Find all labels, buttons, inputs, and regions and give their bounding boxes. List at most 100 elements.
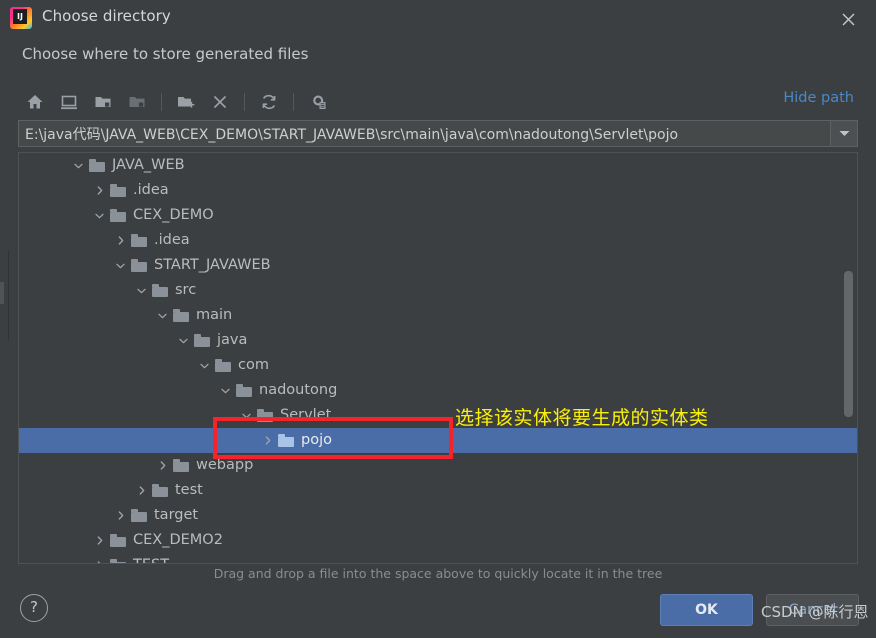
tree-row-label: JAVA_WEB — [112, 157, 185, 173]
tree-row-label: nadoutong — [259, 382, 338, 398]
delete-icon[interactable] — [203, 87, 237, 117]
home-icon[interactable] — [18, 87, 52, 117]
tree-row-label: java — [217, 332, 248, 348]
tree-row[interactable]: pojo — [19, 428, 857, 453]
tree-row[interactable]: Servlet — [19, 403, 857, 428]
folder-icon — [89, 159, 105, 172]
tree-row-label: test — [175, 482, 203, 498]
tree-row-label: pojo — [301, 432, 332, 448]
window-edge-line — [8, 250, 9, 340]
hide-path-link[interactable]: Hide path — [783, 90, 854, 106]
chevron-right-icon[interactable] — [94, 185, 105, 196]
folder-icon — [194, 334, 210, 347]
tree-row[interactable]: TEST — [19, 553, 857, 563]
folder-icon — [110, 534, 126, 547]
chevron-down-icon[interactable] — [115, 260, 126, 271]
directory-tree-panel[interactable]: JAVA_WEB .idea CEX_DEMO .idea START_JAVAWEBs… — [18, 152, 858, 564]
folder-icon — [173, 309, 189, 322]
annotation-callout-text: 选择该实体将要生成的实体类 — [455, 407, 709, 429]
toolbar-separator — [293, 93, 294, 111]
folder-icon — [278, 434, 294, 447]
folder-icon — [131, 259, 147, 272]
window-edge-nub — [0, 282, 4, 304]
chevron-down-icon[interactable] — [94, 210, 105, 221]
tree-row[interactable]: target — [19, 503, 857, 528]
chevron-right-icon[interactable] — [94, 535, 105, 546]
project-folder-icon[interactable] — [86, 87, 120, 117]
module-folder-icon — [120, 87, 154, 117]
tree-row-label: .idea — [154, 232, 190, 248]
tree-row[interactable]: CEX_DEMO — [19, 203, 857, 228]
path-field-row — [18, 120, 858, 147]
ok-button[interactable]: OK — [660, 594, 753, 626]
folder-icon — [110, 209, 126, 222]
drag-drop-hint: Drag and drop a file into the space abov… — [213, 566, 663, 581]
chevron-right-icon[interactable] — [115, 235, 126, 246]
new-folder-icon[interactable] — [169, 87, 203, 117]
tree-row-label: main — [196, 307, 233, 323]
folder-icon — [152, 484, 168, 497]
folder-icon — [131, 234, 147, 247]
tree-row-label: CEX_DEMO2 — [133, 532, 223, 548]
tree-row-label: CEX_DEMO — [133, 207, 214, 223]
tree-row[interactable]: .idea — [19, 228, 857, 253]
tree-row-label: TEST — [133, 553, 169, 563]
tree-row-label: src — [175, 282, 197, 298]
directory-tree[interactable]: JAVA_WEB .idea CEX_DEMO .idea START_JAVAWEBs… — [19, 153, 857, 563]
watermark: CSDN @陈行恩 — [761, 603, 869, 621]
tree-row[interactable]: main — [19, 303, 857, 328]
chevron-down-icon[interactable] — [199, 360, 210, 371]
tree-row[interactable]: java — [19, 328, 857, 353]
tree-row-label: com — [238, 357, 269, 373]
tree-row-label: .idea — [133, 182, 169, 198]
chevron-down-icon[interactable] — [157, 310, 168, 321]
tree-row[interactable]: src — [19, 278, 857, 303]
path-input[interactable] — [19, 121, 830, 146]
chevron-right-icon[interactable] — [136, 485, 147, 496]
intellij-idea-logo — [10, 7, 32, 29]
tree-row[interactable]: CEX_DEMO2 — [19, 528, 857, 553]
tree-row[interactable]: test — [19, 478, 857, 503]
chevron-down-icon[interactable] — [241, 410, 252, 421]
tree-row-label: target — [154, 507, 199, 523]
file-chooser-toolbar: Hide path — [18, 84, 858, 120]
help-button[interactable]: ? — [20, 594, 48, 622]
tree-scrollbar-thumb[interactable] — [844, 271, 853, 417]
title-bar: Choose directory — [0, 0, 876, 36]
window-title: Choose directory — [42, 7, 171, 25]
close-icon[interactable] — [836, 7, 860, 31]
choose-directory-dialog: Choose directory Choose where to store g… — [0, 0, 876, 638]
desktop-icon[interactable] — [52, 87, 86, 117]
chevron-down-icon[interactable] — [220, 385, 231, 396]
chevron-down-icon[interactable] — [136, 285, 147, 296]
tree-scrollbar-track[interactable] — [844, 155, 855, 561]
chevron-right-icon[interactable] — [94, 560, 105, 563]
tree-row[interactable]: webapp — [19, 453, 857, 478]
folder-icon — [152, 284, 168, 297]
chevron-down-icon[interactable] — [830, 121, 857, 146]
folder-icon — [131, 509, 147, 522]
chevron-right-icon[interactable] — [115, 510, 126, 521]
folder-icon — [110, 559, 126, 563]
toolbar-separator — [244, 93, 245, 111]
tree-row[interactable]: .idea — [19, 178, 857, 203]
folder-icon — [257, 409, 273, 422]
folder-icon — [110, 184, 126, 197]
chevron-right-icon[interactable] — [157, 460, 168, 471]
tree-row[interactable]: JAVA_WEB — [19, 153, 857, 178]
tree-row[interactable]: nadoutong — [19, 378, 857, 403]
show-hidden-icon[interactable] — [301, 87, 335, 117]
chevron-right-icon[interactable] — [262, 435, 273, 446]
toolbar-separator — [161, 93, 162, 111]
tree-row-label: START_JAVAWEB — [154, 257, 271, 273]
folder-icon — [173, 459, 189, 472]
tree-row[interactable]: com — [19, 353, 857, 378]
dialog-subtitle: Choose where to store generated files — [22, 45, 309, 63]
tree-row-label: webapp — [196, 457, 254, 473]
tree-row[interactable]: START_JAVAWEB — [19, 253, 857, 278]
refresh-icon[interactable] — [252, 87, 286, 117]
chevron-down-icon[interactable] — [73, 160, 84, 171]
folder-icon — [215, 359, 231, 372]
tree-row-label: Servlet — [280, 407, 332, 423]
chevron-down-icon[interactable] — [178, 335, 189, 346]
